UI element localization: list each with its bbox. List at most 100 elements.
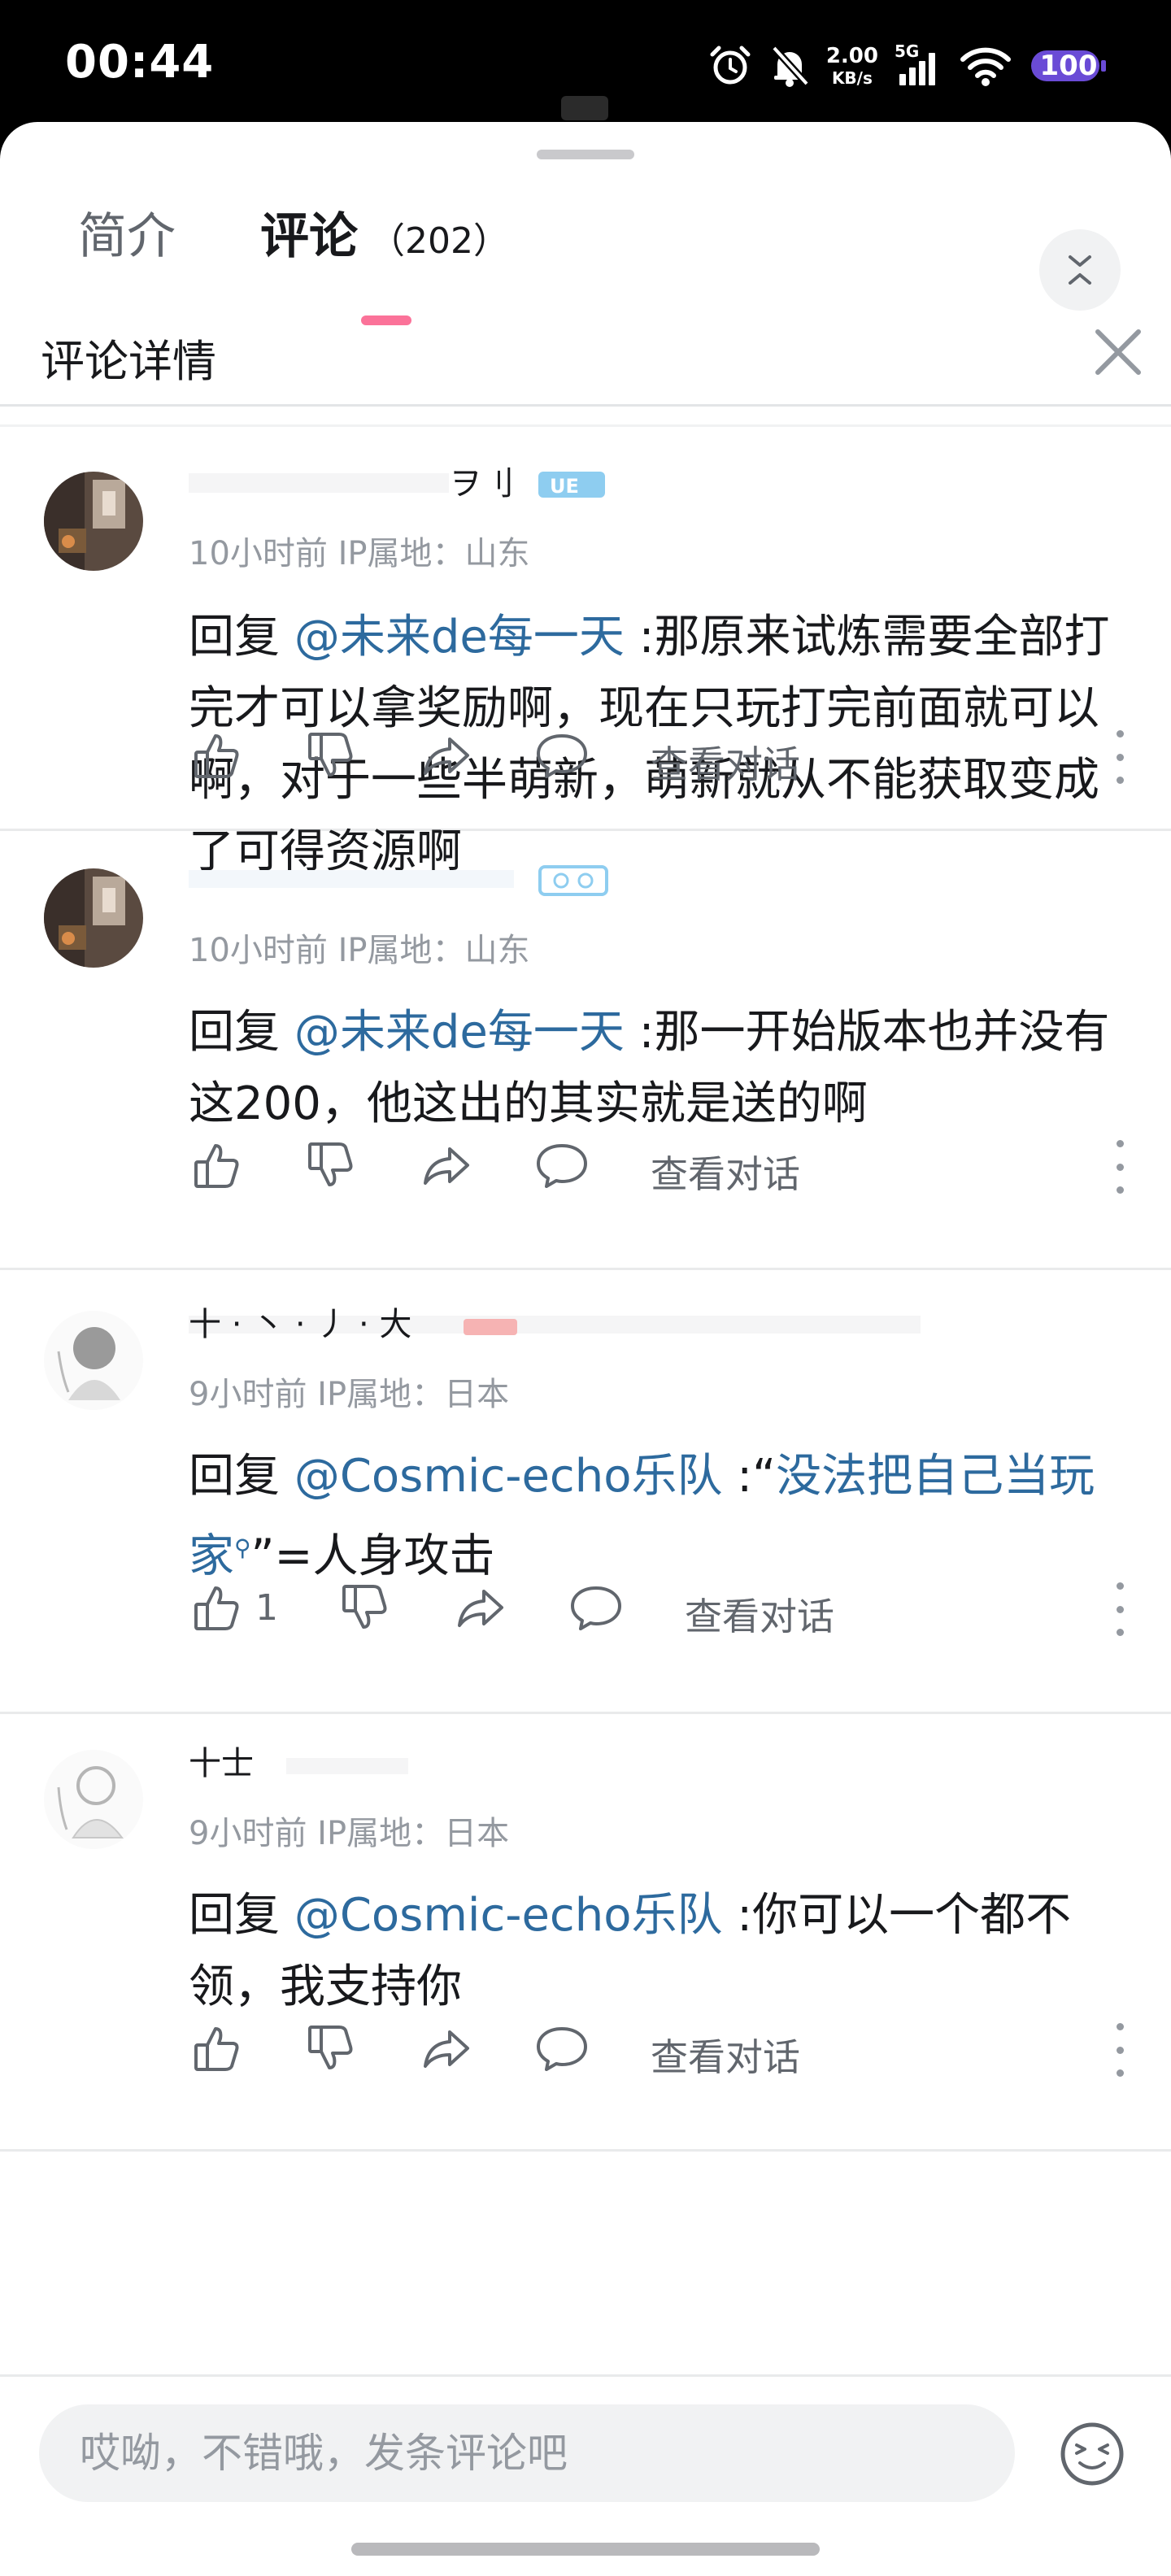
view-conversation-button[interactable]: 查看对话 xyxy=(651,735,800,789)
status-icons: 2.00 KB/s 5G 100 xyxy=(707,37,1109,94)
comment-actions: 查看对话 xyxy=(189,1138,1132,1196)
comment-input[interactable]: 哎呦，不错哦，发条评论吧 xyxy=(39,2404,1015,2502)
share-button[interactable] xyxy=(452,1581,509,1638)
more-icon[interactable] xyxy=(1108,730,1132,784)
username-redacted[interactable]: 十 · 丶 · 丿 · 大 xyxy=(189,1298,921,1347)
reply-button[interactable] xyxy=(533,2021,590,2078)
svg-text:UE: UE xyxy=(550,475,579,498)
mention-link[interactable]: @Cosmic-echo乐队 xyxy=(294,1889,723,1942)
close-icon[interactable] xyxy=(1090,324,1147,381)
mention-link[interactable]: @未来de每一天 xyxy=(294,1006,625,1059)
comment-meta: 9小时前 IP属地：日本 xyxy=(189,1376,510,1413)
reply-prefix: 回复 xyxy=(189,1889,294,1942)
like-button[interactable] xyxy=(189,729,246,785)
reply-icon xyxy=(535,729,589,785)
avatar[interactable] xyxy=(44,868,143,968)
dislike-button[interactable] xyxy=(303,729,359,785)
mention-link[interactable]: @未来de每一天 xyxy=(294,611,625,664)
comment-sheet: 简介 评论 （202） 评论详情 ヲ刂 UE 10小时前 IP属地：山东 回复 … xyxy=(0,122,1171,2576)
dislike-icon xyxy=(305,2022,357,2078)
like-icon xyxy=(191,1582,243,1637)
reply-prefix: 回复 xyxy=(189,611,294,664)
reply-icon xyxy=(569,1582,623,1637)
view-conversation-button[interactable]: 查看对话 xyxy=(651,2028,800,2082)
comment-composer-bar: 哎呦，不错哦，发条评论吧 xyxy=(0,2374,1171,2576)
view-conversation-button[interactable]: 查看对话 xyxy=(685,1587,834,1641)
svg-text:ヲ刂: ヲ刂 xyxy=(449,465,514,503)
bell-off-icon xyxy=(771,45,810,87)
more-icon[interactable] xyxy=(1108,1582,1132,1636)
avatar[interactable] xyxy=(44,472,143,571)
mention-link[interactable]: @Cosmic-echo乐队 xyxy=(294,1450,723,1503)
comment-item: ヲ刂 UE 10小时前 IP属地：山东 回复 @未来de每一天 :那原来试炼需要… xyxy=(0,428,1171,878)
collapse-icon xyxy=(1069,255,1091,285)
camera-cutout xyxy=(561,96,608,120)
avatar[interactable] xyxy=(44,1750,143,1849)
wifi-icon xyxy=(960,47,1011,86)
share-icon xyxy=(420,729,472,785)
tab-intro[interactable]: 简介 xyxy=(78,197,176,268)
comment-text: 回复 @Cosmic-echo乐队 :“没法把自己当玩家⚲”=人身攻击 xyxy=(189,1441,1132,1593)
comment-text: 回复 @未来de每一天 :那一开始版本也并没有这200，他这出的其实就是送的啊 xyxy=(189,997,1132,1140)
home-indicator[interactable] xyxy=(351,2543,820,2556)
dislike-icon xyxy=(305,729,357,785)
signal-icon: 5G xyxy=(895,41,943,89)
avatar[interactable] xyxy=(44,1311,143,1410)
net-speed-unit: KB/s xyxy=(831,68,873,88)
comment-item: 十 · 丶 · 丿 · 大 9小时前 IP属地：日本 回复 @Cosmic-ec… xyxy=(0,1270,1171,1714)
divider xyxy=(0,424,1171,427)
like-button[interactable] xyxy=(189,2021,246,2078)
username-redacted[interactable]: ヲ刂 UE xyxy=(189,457,612,506)
tab-comments-count: （202） xyxy=(369,220,509,262)
dislike-button[interactable] xyxy=(337,1581,394,1638)
comment-meta: 10小时前 IP属地：山东 xyxy=(189,535,530,572)
like-icon xyxy=(191,2022,243,2078)
comment-actions: 查看对话 xyxy=(189,729,1132,786)
comment-actions: 1 查看对话 xyxy=(189,1581,1132,1638)
like-icon xyxy=(191,1139,243,1194)
reply-button[interactable] xyxy=(533,729,590,785)
more-icon[interactable] xyxy=(1108,1140,1132,1194)
share-button[interactable] xyxy=(418,2021,475,2078)
reply-button[interactable] xyxy=(533,1138,590,1195)
reply-icon xyxy=(535,1139,589,1194)
share-button[interactable] xyxy=(418,729,475,785)
comment-item: 10小时前 IP属地：山东 回复 @未来de每一天 :那一开始版本也并没有这20… xyxy=(0,831,1171,1270)
tab-comments[interactable]: 评论 （202） xyxy=(260,197,509,268)
share-icon xyxy=(420,1139,472,1194)
search-icon[interactable]: ⚲ xyxy=(234,1534,251,1561)
comment-actions: 查看对话 xyxy=(189,2021,1132,2079)
more-icon[interactable] xyxy=(1108,2023,1132,2077)
comment-body-post: ”=人身攻击 xyxy=(250,1530,495,1583)
reply-prefix: 回复 xyxy=(189,1006,294,1059)
net-speed-value: 2.00 xyxy=(825,44,878,68)
dislike-button[interactable] xyxy=(303,1138,359,1195)
net-speed: 2.00 KB/s xyxy=(826,46,878,86)
dislike-icon xyxy=(305,1139,357,1194)
like-button[interactable] xyxy=(189,1138,246,1195)
comment-text: 回复 @Cosmic-echo乐队 :你可以一个都不领，我支持你 xyxy=(189,1880,1132,2023)
emoji-icon[interactable] xyxy=(1059,2421,1125,2487)
like-icon xyxy=(191,729,243,785)
comment-item: 十士 9小时前 IP属地：日本 回复 @Cosmic-echo乐队 :你可以一个… xyxy=(0,1714,1171,2152)
status-time: 00:44 xyxy=(65,36,215,89)
comment-meta: 9小时前 IP属地：日本 xyxy=(189,1815,510,1852)
svg-text:十 · 丶 · 丿 · 大: 十 · 丶 · 丿 · 大 xyxy=(189,1306,411,1343)
tab-comments-label: 评论 xyxy=(260,208,358,265)
comment-detail-title: 评论详情 xyxy=(41,336,216,387)
reply-button[interactable] xyxy=(568,1581,625,1638)
view-conversation-button[interactable]: 查看对话 xyxy=(651,1145,800,1199)
username-redacted[interactable]: 十士 xyxy=(189,1737,433,1786)
reply-icon xyxy=(535,2022,589,2078)
battery-level: 100 xyxy=(1039,50,1098,82)
dislike-button[interactable] xyxy=(303,2021,359,2078)
network-type: 5G xyxy=(895,41,920,61)
drag-handle[interactable] xyxy=(537,150,634,159)
share-button[interactable] xyxy=(418,1138,475,1195)
username-redacted[interactable] xyxy=(189,852,612,901)
like-button[interactable] xyxy=(189,1581,246,1638)
svg-text:十士: 十士 xyxy=(189,1745,254,1782)
comment-detail-header: 评论详情 xyxy=(0,293,1171,407)
like-count: 1 xyxy=(255,1587,278,1629)
alarm-icon xyxy=(710,46,751,85)
